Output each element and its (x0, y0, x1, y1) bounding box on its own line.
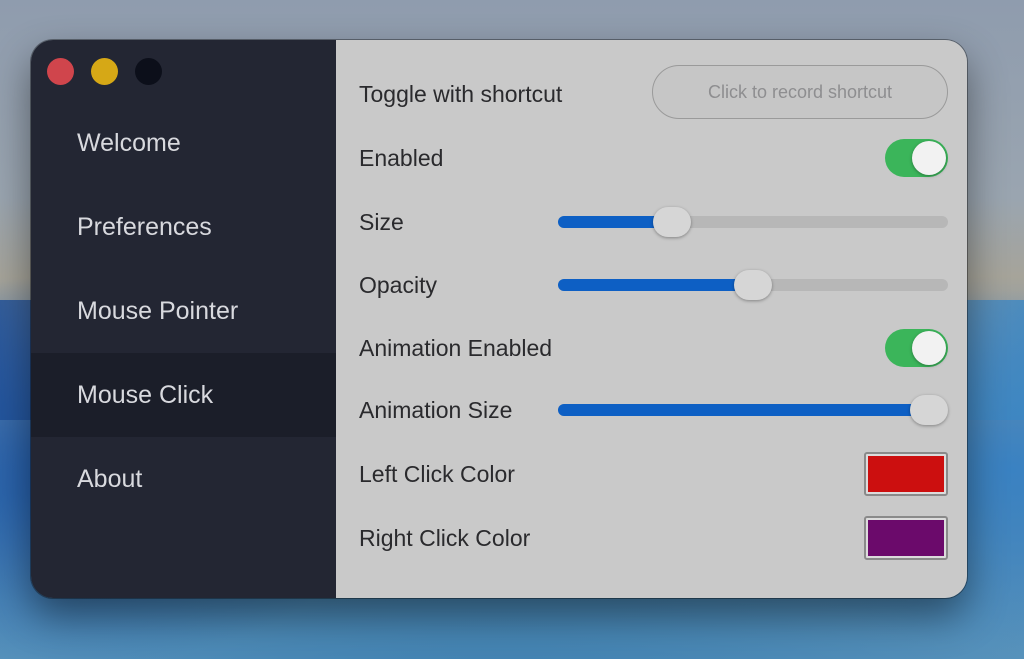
enabled-row: Enabled (359, 139, 948, 177)
shortcut-label: Toggle with shortcut (359, 80, 563, 107)
right-click-color-label: Right Click Color (359, 524, 531, 551)
sidebar-item-welcome[interactable]: Welcome (31, 101, 336, 185)
color-fill (868, 456, 944, 492)
sidebar-item-label: Mouse Click (77, 380, 214, 409)
right-click-color-swatch[interactable] (864, 516, 948, 560)
sidebar-nav: Welcome Preferences Mouse Pointer Mouse … (31, 101, 336, 521)
slider-thumb[interactable] (653, 207, 692, 237)
toggle-knob (912, 141, 946, 175)
animation-size-slider[interactable] (558, 392, 948, 428)
opacity-slider[interactable] (558, 267, 948, 303)
right-click-color-row: Right Click Color (359, 516, 948, 560)
left-click-color-row: Left Click Color (359, 452, 948, 496)
maximize-window-button[interactable] (135, 58, 162, 85)
close-window-button[interactable] (47, 58, 74, 85)
size-label: Size (359, 208, 404, 235)
size-row: Size (359, 204, 948, 240)
animation-size-label: Animation Size (359, 396, 513, 423)
sidebar-item-label: Welcome (77, 128, 181, 157)
sidebar-item-about[interactable]: About (31, 437, 336, 521)
sidebar-item-mouse-click[interactable]: Mouse Click (31, 353, 336, 437)
settings-panel: Toggle with shortcut Click to record sho… (336, 40, 967, 598)
sidebar-item-label: About (77, 464, 143, 493)
slider-thumb[interactable] (910, 395, 948, 425)
left-click-color-label: Left Click Color (359, 460, 515, 487)
sidebar-item-label: Mouse Pointer (77, 296, 239, 325)
opacity-label: Opacity (359, 271, 437, 298)
shortcut-row: Toggle with shortcut Click to record sho… (359, 65, 948, 119)
app-window: Welcome Preferences Mouse Pointer Mouse … (31, 40, 967, 598)
enabled-toggle[interactable] (885, 139, 948, 177)
sidebar-item-mouse-pointer[interactable]: Mouse Pointer (31, 269, 336, 353)
toggle-knob (912, 331, 946, 365)
slider-thumb[interactable] (734, 270, 772, 300)
record-shortcut-button[interactable]: Click to record shortcut (652, 65, 948, 119)
color-fill (868, 520, 944, 556)
left-click-color-swatch[interactable] (864, 452, 948, 496)
sidebar-item-preferences[interactable]: Preferences (31, 185, 336, 269)
minimize-window-button[interactable] (91, 58, 118, 85)
enabled-label: Enabled (359, 144, 444, 171)
animation-enabled-label: Animation Enabled (359, 334, 553, 361)
slider-fill (558, 279, 753, 291)
slider-fill (558, 404, 929, 416)
animation-enabled-row: Animation Enabled (359, 329, 948, 367)
opacity-row: Opacity (359, 267, 948, 303)
size-slider[interactable] (558, 204, 948, 240)
animation-enabled-toggle[interactable] (885, 329, 948, 367)
window-controls (47, 58, 162, 85)
animation-size-row: Animation Size (359, 392, 948, 428)
sidebar-item-label: Preferences (77, 212, 212, 241)
sidebar: Welcome Preferences Mouse Pointer Mouse … (31, 40, 336, 598)
